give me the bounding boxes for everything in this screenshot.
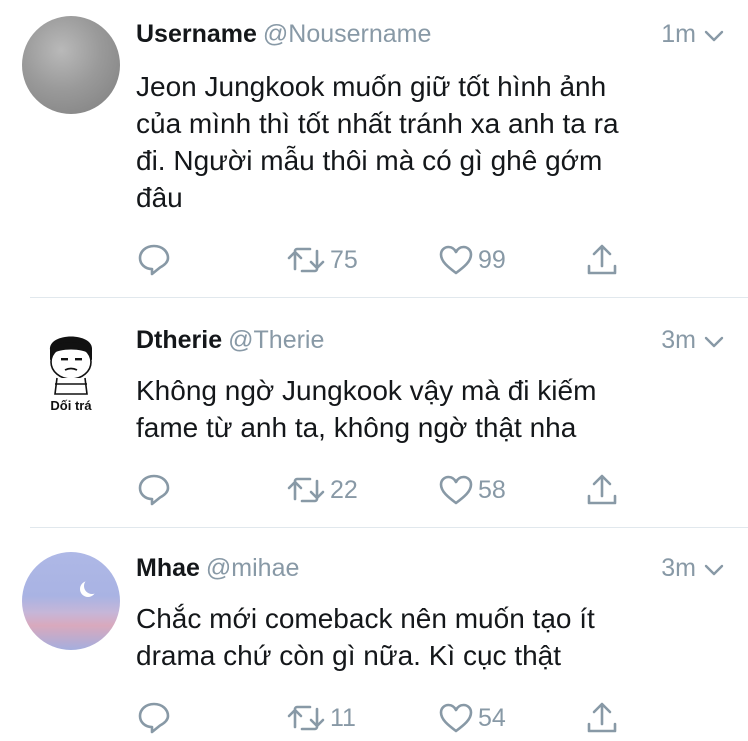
reply-button[interactable]	[136, 472, 172, 508]
avatar[interactable]	[22, 16, 120, 114]
tweet-text-line: Jeon Jungkook muốn giữ tốt hình ảnh	[136, 71, 607, 102]
tweet-header: Username @Nousername 1m	[136, 20, 726, 60]
tweet-text-line: đi. Người mẫu thôi mà có gì ghê gớm	[136, 145, 603, 176]
moon-icon	[84, 578, 100, 594]
retweet-count: 75	[330, 245, 358, 274]
user-handle[interactable]: @Therie	[228, 326, 324, 354]
like-button[interactable]: 58	[438, 472, 506, 508]
tweet-text-line: đâu	[136, 182, 183, 213]
share-button[interactable]	[586, 472, 618, 508]
reply-icon	[138, 244, 170, 276]
tweet-text-line: drama chứ còn gì nữa. Kì cục thật	[136, 640, 562, 671]
like-count: 99	[478, 245, 506, 274]
tweet-3[interactable]: Mhae @mihae 3m Chắc mới comeback nên muốn…	[0, 528, 748, 741]
tweet-text-line: của mình thì tốt nhất tránh xa anh ta ra	[136, 108, 619, 139]
tweet-text-line: Chắc mới comeback nên muốn tạo ít	[136, 603, 595, 634]
avatar[interactable]: Dối trá	[22, 320, 120, 418]
retweet-count: 11	[330, 703, 356, 732]
like-count: 58	[478, 475, 506, 504]
tweet-actions: 75 99	[136, 242, 636, 282]
tweet-text: Chắc mới comeback nên muốn tạo ít drama …	[136, 600, 726, 674]
retweet-button[interactable]: 11	[286, 700, 356, 736]
like-icon	[439, 245, 473, 275]
like-icon	[439, 703, 473, 733]
like-button[interactable]: 99	[438, 242, 506, 278]
tweet-header: Dtherie @Therie 3m	[136, 326, 726, 366]
like-button[interactable]: 54	[438, 700, 506, 736]
retweet-icon	[287, 705, 325, 731]
tweet-header: Mhae @mihae 3m	[136, 554, 726, 594]
reply-button[interactable]	[136, 242, 172, 278]
reply-icon	[138, 702, 170, 734]
avatar-caption: Dối trá	[50, 398, 92, 413]
retweet-icon	[287, 247, 325, 273]
like-count: 54	[478, 703, 506, 732]
share-icon	[587, 702, 617, 733]
share-icon	[587, 474, 617, 505]
share-button[interactable]	[586, 242, 618, 278]
share-icon	[587, 244, 617, 275]
reply-icon	[138, 474, 170, 506]
tweet-2[interactable]: Dối trá Dtherie @Therie 3m Không ngờ Jung…	[0, 298, 748, 528]
like-icon	[439, 475, 473, 505]
retweet-count: 22	[330, 475, 358, 504]
retweet-button[interactable]: 75	[286, 242, 358, 278]
timestamp[interactable]: 1m	[661, 20, 696, 49]
chevron-down-icon[interactable]	[702, 558, 726, 582]
tweet-actions: 22 58	[136, 472, 636, 512]
tweet-text: Không ngờ Jungkook vậy mà đi kiếm fame t…	[136, 372, 726, 446]
chevron-down-icon[interactable]	[702, 330, 726, 354]
tweet-actions: 11 54	[136, 700, 636, 740]
display-name[interactable]: Mhae	[136, 554, 200, 582]
avatar[interactable]	[22, 552, 120, 650]
share-button[interactable]	[586, 700, 618, 736]
timestamp[interactable]: 3m	[661, 326, 696, 355]
tweet-text-line: fame từ anh ta, không ngờ thật nha	[136, 412, 577, 443]
display-name[interactable]: Dtherie	[136, 326, 222, 354]
tweet-text: Jeon Jungkook muốn giữ tốt hình ảnh của …	[136, 68, 726, 216]
tweet-1[interactable]: Username @Nousername 1m Jeon Jungkook muố…	[0, 0, 748, 298]
timestamp[interactable]: 3m	[661, 554, 696, 583]
reply-button[interactable]	[136, 700, 172, 736]
user-handle[interactable]: @Nousername	[263, 20, 432, 48]
retweet-button[interactable]: 22	[286, 472, 358, 508]
tweet-text-line: Không ngờ Jungkook vậy mà đi kiếm	[136, 375, 597, 406]
display-name[interactable]: Username	[136, 20, 257, 48]
retweet-icon	[287, 477, 325, 503]
chevron-down-icon[interactable]	[702, 24, 726, 48]
user-handle[interactable]: @mihae	[206, 554, 299, 582]
